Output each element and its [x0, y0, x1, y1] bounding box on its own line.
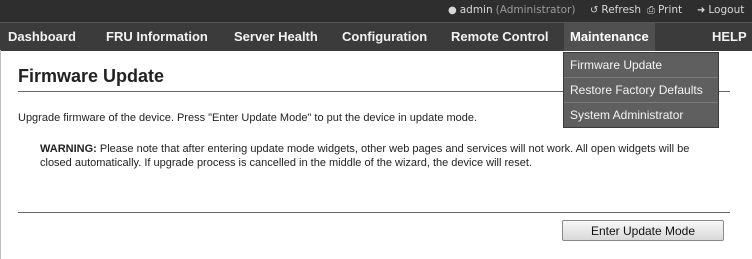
bottom-divider	[18, 212, 730, 213]
nav-fru-information[interactable]: FRU Information	[106, 23, 208, 51]
menu-item-system-administrator[interactable]: System Administrator	[564, 103, 718, 127]
print-icon: ⎙	[647, 4, 655, 16]
menu-item-restore-factory-defaults[interactable]: Restore Factory Defaults	[564, 78, 718, 103]
username: admin	[459, 4, 493, 16]
content-left-border	[0, 50, 1, 259]
warning-text: Please note that after entering update m…	[40, 143, 690, 169]
menu-item-firmware-update[interactable]: Firmware Update	[564, 53, 718, 78]
warning-label: WARNING:	[40, 143, 97, 155]
nav-configuration[interactable]: Configuration	[342, 23, 427, 51]
nav-server-health[interactable]: Server Health	[234, 23, 318, 51]
maintenance-dropdown-menu: Firmware Update Restore Factory Defaults…	[563, 52, 719, 128]
logout-icon: ➜	[697, 4, 706, 16]
nav-dashboard[interactable]: Dashboard	[8, 23, 76, 51]
user-indicator: ● admin (Administrator)	[448, 4, 575, 16]
refresh-icon: ↺	[590, 4, 599, 16]
nav-help[interactable]: HELP	[712, 23, 747, 51]
logout-link[interactable]: ➜ Logout	[697, 4, 744, 16]
user-role: (Administrator)	[495, 4, 576, 16]
enter-update-mode-button[interactable]: Enter Update Mode	[562, 220, 724, 241]
refresh-label: Refresh	[601, 4, 642, 16]
print-label: Print	[658, 4, 683, 16]
warning-message: WARNING: Please note that after entering…	[40, 142, 700, 170]
logout-label: Logout	[708, 4, 745, 16]
main-navigation: Dashboard FRU Information Server Health …	[0, 22, 752, 51]
nav-maintenance[interactable]: Maintenance	[564, 23, 655, 51]
top-utility-bar: ● admin (Administrator) ↺ Refresh ⎙ Print…	[0, 0, 752, 22]
print-link[interactable]: ⎙ Print	[647, 4, 682, 16]
refresh-link[interactable]: ↺ Refresh	[590, 4, 641, 16]
page-title: Firmware Update	[18, 66, 165, 86]
intro-text: Upgrade firmware of the device. Press "E…	[18, 112, 478, 124]
user-icon: ●	[448, 4, 457, 16]
nav-remote-control[interactable]: Remote Control	[451, 23, 549, 51]
